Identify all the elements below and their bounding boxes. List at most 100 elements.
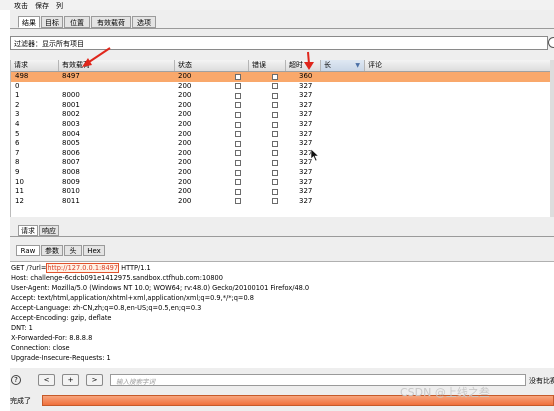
menu-attack[interactable]: 攻击 xyxy=(14,1,28,11)
next-match-button[interactable]: > xyxy=(86,374,103,386)
tab-hex[interactable]: Hex xyxy=(83,245,105,256)
filter-label: 过滤器：显示所有项目 xyxy=(14,40,84,48)
cell-length: 327 xyxy=(299,168,313,176)
prev-match-button[interactable]: < xyxy=(38,374,55,386)
cell-payload: 8008 xyxy=(62,168,80,176)
error-checkbox[interactable] xyxy=(235,150,241,157)
tab-divider xyxy=(10,28,554,29)
error-checkbox[interactable] xyxy=(235,179,241,186)
error-checkbox[interactable] xyxy=(235,159,241,166)
menu-save[interactable]: 保存 xyxy=(35,1,49,11)
table-row[interactable]: 12 8011 200 327 xyxy=(11,197,551,207)
tab-raw[interactable]: Raw xyxy=(16,245,40,256)
timeout-checkbox[interactable] xyxy=(272,83,278,90)
timeout-checkbox[interactable] xyxy=(272,73,278,80)
raw-request-editor[interactable]: GET /?url=http://127.0.0.1:8497 HTTP/1.1… xyxy=(10,261,554,368)
table-row[interactable]: 498 8497 200 360 xyxy=(11,72,551,82)
cell-length: 327 xyxy=(299,196,313,205)
table-row[interactable]: 11 8010 200 327 xyxy=(11,187,551,197)
cell-status: 200 xyxy=(178,100,192,109)
table-row[interactable]: 1 8000 200 327 xyxy=(11,91,551,101)
header-line: X-Forwarded-For: 8.8.8.8 xyxy=(11,334,93,342)
header-line: Upgrade-Insecure-Requests: 1 xyxy=(11,354,111,362)
error-checkbox[interactable] xyxy=(235,188,241,195)
table-row[interactable]: 7 8006 200 327 xyxy=(11,149,551,159)
cell-payload: 8000 xyxy=(62,91,80,100)
add-button[interactable]: + xyxy=(62,374,79,386)
timeout-checkbox[interactable] xyxy=(272,159,278,166)
col-status[interactable]: 状态 xyxy=(175,60,249,71)
status-label: 完成了 xyxy=(10,397,31,405)
col-length-label: 长 xyxy=(324,61,331,69)
table-scrollbar[interactable] xyxy=(550,60,554,217)
error-checkbox[interactable] xyxy=(235,102,241,109)
timeout-checkbox[interactable] xyxy=(272,150,278,157)
header-line: Accept: text/html,application/xhtml+xml,… xyxy=(11,294,254,302)
cell-payload: 8005 xyxy=(62,139,80,148)
tab-payloads[interactable]: 有效载荷 xyxy=(91,16,131,28)
error-checkbox[interactable] xyxy=(235,198,241,205)
tab-params[interactable]: 参数 xyxy=(41,245,63,256)
table-row[interactable]: 6 8005 200 327 xyxy=(11,139,551,149)
results-table: 请求 有效载荷 状态 错误 超时 长 ▼ 评论 498 8497 200 360 0 20… xyxy=(10,60,551,217)
col-request[interactable]: 请求 xyxy=(11,60,59,71)
timeout-checkbox[interactable] xyxy=(272,198,278,205)
filter-help-icon[interactable] xyxy=(548,37,554,48)
cell-status: 200 xyxy=(178,177,192,186)
tab-response[interactable]: 响应 xyxy=(39,225,59,236)
error-checkbox[interactable] xyxy=(235,169,241,176)
tab-target[interactable]: 目标 xyxy=(41,16,63,28)
tab-headers[interactable]: 头 xyxy=(64,245,82,256)
request-line-prefix: GET /?url= xyxy=(11,264,47,272)
request-tab-divider xyxy=(10,236,554,237)
timeout-checkbox[interactable] xyxy=(272,179,278,186)
timeout-checkbox[interactable] xyxy=(272,140,278,147)
error-checkbox[interactable] xyxy=(235,140,241,147)
table-row[interactable]: 9 8008 200 327 xyxy=(11,168,551,178)
error-checkbox[interactable] xyxy=(235,92,241,99)
header-line: Accept-Language: zh-CN,zh;q=0.8,en-US;q=… xyxy=(11,304,202,312)
timeout-checkbox[interactable] xyxy=(272,111,278,118)
table-row[interactable]: 2 8001 200 327 xyxy=(11,101,551,111)
table-row[interactable]: 3 8002 200 327 xyxy=(11,110,551,120)
timeout-checkbox[interactable] xyxy=(272,131,278,138)
table-row[interactable]: 8 8007 200 327 xyxy=(11,158,551,168)
tab-positions[interactable]: 位置 xyxy=(64,16,90,28)
cell-payload: 8009 xyxy=(62,177,80,186)
menu-columns[interactable]: 列 xyxy=(56,1,63,11)
timeout-checkbox[interactable] xyxy=(272,121,278,128)
table-row[interactable]: 10 8009 200 327 xyxy=(11,178,551,188)
no-match-label: 没有比赛 xyxy=(529,377,554,385)
table-row[interactable]: 4 8003 200 327 xyxy=(11,120,551,130)
col-payload[interactable]: 有效载荷 xyxy=(59,60,175,71)
help-icon[interactable]: ? xyxy=(11,375,21,385)
col-comment[interactable]: 评论 xyxy=(365,60,551,71)
tab-options[interactable]: 选项 xyxy=(132,16,156,28)
cell-request: 4 xyxy=(15,120,20,128)
error-checkbox[interactable] xyxy=(235,131,241,138)
error-checkbox[interactable] xyxy=(235,121,241,128)
error-checkbox[interactable] xyxy=(235,111,241,118)
timeout-checkbox[interactable] xyxy=(272,92,278,99)
error-checkbox[interactable] xyxy=(235,73,241,80)
table-row[interactable]: 5 8004 200 327 xyxy=(11,130,551,140)
tab-request[interactable]: 请求 xyxy=(18,225,38,236)
timeout-checkbox[interactable] xyxy=(272,188,278,195)
header-line: Connection: close xyxy=(11,344,70,352)
timeout-checkbox[interactable] xyxy=(272,102,278,109)
timeout-checkbox[interactable] xyxy=(272,169,278,176)
header-line: DNT: 1 xyxy=(11,324,33,332)
cell-status: 200 xyxy=(178,148,192,157)
col-length[interactable]: 长 ▼ xyxy=(321,60,365,71)
error-checkbox[interactable] xyxy=(235,83,241,90)
header-line: Accept-Encoding: gzip, deflate xyxy=(11,314,112,322)
cell-payload: 8001 xyxy=(62,100,80,109)
col-error[interactable]: 错误 xyxy=(249,60,286,71)
cell-status: 200 xyxy=(178,196,192,205)
table-row[interactable]: 0 200 327 xyxy=(11,82,551,92)
cell-status: 200 xyxy=(178,129,192,138)
cell-status: 200 xyxy=(178,110,192,119)
search-placeholder: 输入搜索字词 xyxy=(116,378,155,386)
tab-results[interactable]: 结果 xyxy=(18,16,40,28)
request-line: GET /?url=http://127.0.0.1:8497 HTTP/1.1 xyxy=(11,263,151,273)
